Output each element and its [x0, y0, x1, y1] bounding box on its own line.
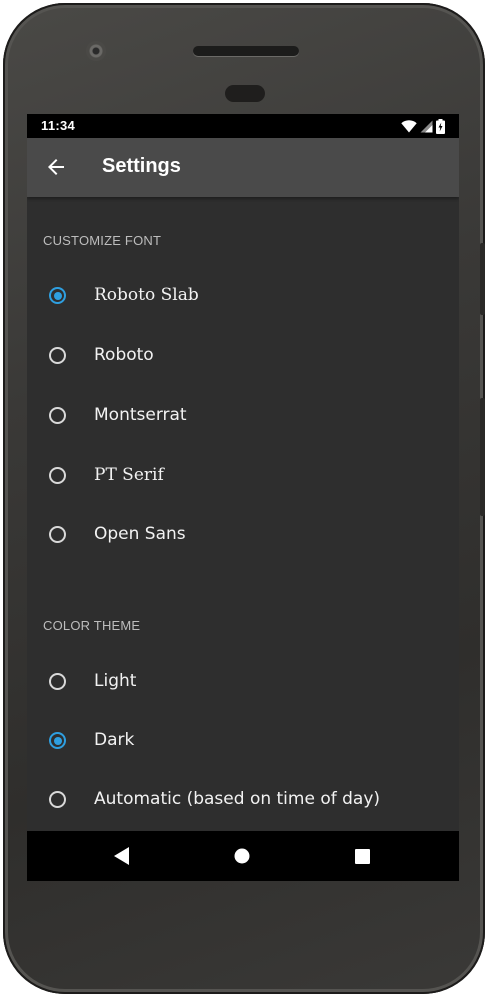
- font-option-pt-serif[interactable]: PT Serif: [27, 450, 459, 506]
- radio-button[interactable]: [49, 467, 66, 484]
- status-bar: 11:34: [27, 114, 459, 138]
- section-header-font: CUSTOMIZE FONT: [43, 233, 162, 248]
- home-circle-icon: [234, 848, 250, 864]
- radio-button[interactable]: [49, 347, 66, 364]
- power-button: [480, 243, 485, 315]
- proximity-sensor: [225, 85, 265, 102]
- font-option-roboto-slab[interactable]: Roboto Slab: [27, 270, 459, 326]
- option-label: Light: [94, 671, 137, 691]
- back-triangle-icon: [114, 847, 129, 865]
- option-label: Open Sans: [94, 524, 186, 544]
- option-label: Dark: [94, 730, 135, 750]
- page-title: Settings: [102, 155, 181, 177]
- radio-button-checked[interactable]: [49, 732, 66, 749]
- volume-button: [480, 398, 485, 516]
- recents-square-icon: [354, 848, 370, 864]
- nav-back-button[interactable]: [107, 841, 137, 871]
- theme-option-light[interactable]: Light: [27, 656, 459, 712]
- nav-recents-button[interactable]: [347, 841, 377, 871]
- back-button[interactable]: [41, 152, 71, 182]
- signal-icon: [420, 120, 433, 132]
- font-option-open-sans[interactable]: Open Sans: [27, 509, 459, 565]
- font-option-montserrat[interactable]: Montserrat: [27, 390, 459, 446]
- earpiece-speaker: [193, 46, 299, 56]
- battery-charging-icon: [436, 118, 445, 134]
- radio-button[interactable]: [49, 791, 66, 808]
- radio-button[interactable]: [49, 673, 66, 690]
- theme-option-automatic[interactable]: Automatic (based on time of day): [27, 774, 459, 830]
- option-label: Roboto: [94, 345, 154, 365]
- wifi-icon: [401, 119, 417, 132]
- front-camera: [86, 41, 106, 61]
- navigation-bar: [27, 831, 459, 881]
- option-label: Montserrat: [94, 405, 187, 425]
- theme-option-dark[interactable]: Dark: [27, 715, 459, 771]
- status-icons: [401, 118, 445, 134]
- app-bar: Settings: [27, 138, 459, 197]
- option-label: Roboto Slab: [94, 285, 199, 305]
- font-option-roboto[interactable]: Roboto: [27, 330, 459, 386]
- nav-home-button[interactable]: [227, 841, 257, 871]
- radio-button-checked[interactable]: [49, 287, 66, 304]
- radio-button[interactable]: [49, 407, 66, 424]
- section-header-theme: COLOR THEME: [43, 618, 141, 633]
- option-label: Automatic (based on time of day): [94, 789, 381, 809]
- arrow-back-icon: [48, 159, 64, 175]
- status-time: 11:34: [41, 118, 76, 133]
- screen: 11:34 Settings CUSTOMIZE FONT Roboto Sla…: [27, 114, 459, 881]
- radio-button[interactable]: [49, 526, 66, 543]
- option-label: PT Serif: [94, 465, 164, 485]
